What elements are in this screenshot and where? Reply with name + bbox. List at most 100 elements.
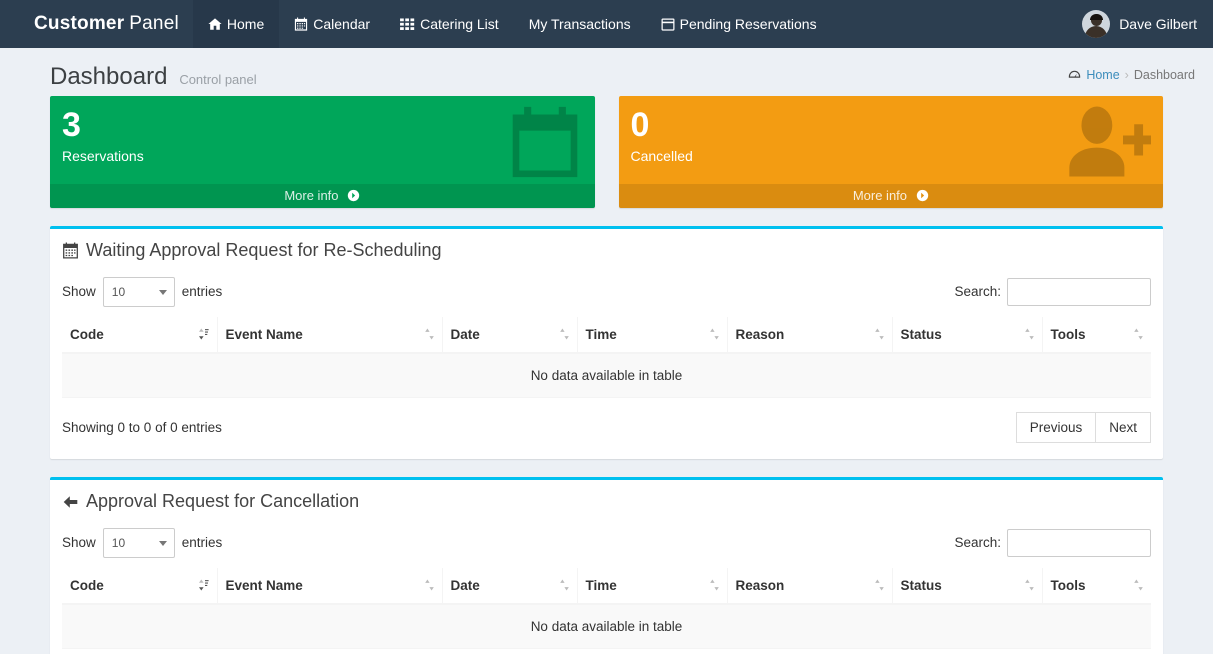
pagination-next-1[interactable]: Next (1095, 411, 1151, 443)
column-header-tools-2[interactable]: Tools (1042, 567, 1151, 605)
sort-both-icon (709, 328, 719, 341)
column-label: Time (585, 326, 617, 342)
datatable-1-body: No data available in table (62, 352, 1151, 398)
sort-both-icon (1134, 328, 1143, 341)
datatable-length-1: Show 10 25 50 100 entries (62, 276, 223, 307)
page-title: Dashboard (50, 63, 168, 90)
info-box-cancelled-more-info[interactable]: More info (618, 184, 1163, 208)
nav-item-pending-reservations[interactable]: Pending Reservations (646, 0, 832, 48)
page-length-select-1[interactable]: 10 25 50 100 (102, 276, 175, 307)
datatable-filter-1: Search: (954, 277, 1151, 306)
sort-both-icon (874, 579, 884, 592)
datatable-footer-1: Showing 0 to 0 of 0 entries Previous Nex… (62, 398, 1151, 447)
column-header-event-name-2[interactable]: Event Name (217, 567, 443, 605)
arrow-circle-right-icon (916, 189, 929, 202)
column-label: Reason (735, 326, 785, 342)
sort-both-icon (874, 328, 884, 341)
sort-both-icon (1134, 579, 1143, 592)
nav-item-calendar[interactable]: Calendar (279, 0, 385, 48)
nav-item-home[interactable]: Home (192, 0, 280, 48)
search-label-2: Search: (954, 535, 1001, 551)
show-label-2: Show (62, 535, 96, 551)
main-nav: Home Calendar Catering List My Transacti… (192, 0, 832, 48)
nav-item-calendar-label: Calendar (313, 16, 371, 32)
dashboard-icon (1068, 69, 1081, 82)
panel-rescheduling: Waiting Approval Request for Re-Scheduli… (50, 226, 1163, 459)
panel-cancellation: Approval Request for Cancellation Show 1… (50, 476, 1163, 654)
sort-both-icon (424, 328, 434, 341)
nav-item-catering-list[interactable]: Catering List (385, 0, 514, 48)
column-header-time-2[interactable]: Time (577, 567, 728, 605)
show-label-1: Show (62, 284, 96, 300)
info-box-row: 3 Reservations More info 0 Cancelled Mor… (50, 96, 1163, 208)
datatable-filter-2: Search: (954, 528, 1151, 557)
column-header-date-2[interactable]: Date (442, 567, 578, 605)
column-header-status-1[interactable]: Status (892, 316, 1043, 354)
datatable-controls-1: Show 10 25 50 100 entries Search: (62, 273, 1151, 317)
info-box-cancelled-footer-label: More info (852, 188, 908, 203)
column-label: Status (900, 326, 942, 342)
column-label: Tools (1050, 577, 1086, 593)
nav-item-pending-reservations-label: Pending Reservations (679, 16, 817, 32)
datatable-1-head: Code Event Name Date Time Reason Status … (62, 316, 1151, 354)
datatable-1: Code Event Name Date Time Reason Status … (62, 316, 1151, 398)
nav-item-home-label: Home (226, 16, 265, 32)
column-header-status-2[interactable]: Status (892, 567, 1043, 605)
breadcrumb: Home › Dashboard (1068, 68, 1195, 82)
column-label: Status (900, 577, 942, 593)
search-label-1: Search: (954, 284, 1001, 300)
calendar-icon (294, 17, 308, 31)
table-header-row: Code Event Name Date Time Reason Status … (62, 316, 1151, 354)
pagination-previous-1[interactable]: Previous (1015, 411, 1097, 443)
datatable-controls-2: Show 10 25 50 100 entries Search: (62, 524, 1151, 568)
brand-logo[interactable]: Customer Panel (0, 0, 193, 48)
datatable-2-body: No data available in table (62, 603, 1151, 649)
breadcrumb-separator: › (1124, 68, 1129, 82)
breadcrumb-home-label: Home (1086, 68, 1120, 82)
info-box-cancelled-value: 0 (630, 106, 650, 144)
empty-message-1: No data available in table (62, 352, 1151, 398)
panel-cancellation-body: Show 10 25 50 100 entries Search: (50, 520, 1163, 654)
nav-item-my-transactions[interactable]: My Transactions (514, 0, 646, 48)
info-box-reservations-more-info[interactable]: More info (50, 184, 595, 208)
info-box-reservations: 3 Reservations More info (50, 96, 595, 208)
column-header-date-1[interactable]: Date (442, 316, 578, 354)
user-menu[interactable]: Dave Gilbert (1082, 0, 1213, 48)
column-header-time-1[interactable]: Time (577, 316, 728, 354)
datatable-length-2: Show 10 25 50 100 entries (62, 527, 222, 558)
column-header-tools-1[interactable]: Tools (1042, 316, 1151, 354)
sort-asc-icon (198, 579, 209, 592)
page-subtitle: Control panel (179, 72, 257, 87)
page-length-select-2[interactable]: 10 25 50 100 (102, 527, 175, 558)
top-navbar: Customer Panel Home Calendar Catering Li… (0, 0, 1213, 48)
info-box-cancelled-wrap: 0 Cancelled More info (618, 96, 1164, 208)
column-header-code-1[interactable]: Code (62, 316, 218, 354)
column-header-reason-2[interactable]: Reason (727, 567, 893, 605)
panel-rescheduling-body: Show 10 25 50 100 entries Search: (50, 269, 1163, 459)
sort-both-icon (424, 579, 434, 592)
column-header-event-name-1[interactable]: Event Name (217, 316, 443, 354)
panel-cancellation-title: Approval Request for Cancellation (86, 490, 360, 511)
brand-light-text: Panel (129, 13, 179, 34)
column-label: Code (70, 326, 104, 342)
info-box-reservations-inner: 3 Reservations (50, 96, 595, 184)
column-label: Tools (1050, 326, 1086, 342)
info-box-reservations-label: Reservations (62, 148, 144, 164)
entries-label-1: entries (181, 284, 223, 300)
breadcrumb-current: Dashboard (1133, 68, 1195, 82)
main-content: 3 Reservations More info 0 Cancelled Mor… (0, 96, 1213, 654)
sort-both-icon (559, 328, 569, 341)
info-box-reservations-wrap: 3 Reservations More info (50, 96, 595, 208)
column-label: Event Name (225, 577, 303, 593)
column-header-code-2[interactable]: Code (62, 567, 218, 605)
table-empty-row: No data available in table (62, 352, 1151, 398)
column-header-reason-1[interactable]: Reason (727, 316, 893, 354)
sort-both-icon (1024, 328, 1034, 341)
arrow-left-icon (62, 494, 79, 510)
breadcrumb-home[interactable]: Home (1068, 68, 1120, 82)
sort-both-icon (709, 579, 719, 592)
info-box-cancelled-inner: 0 Cancelled (619, 96, 1164, 184)
search-input-1[interactable] (1007, 277, 1151, 306)
search-input-2[interactable] (1007, 528, 1151, 557)
info-box-cancelled: 0 Cancelled More info (618, 96, 1164, 208)
